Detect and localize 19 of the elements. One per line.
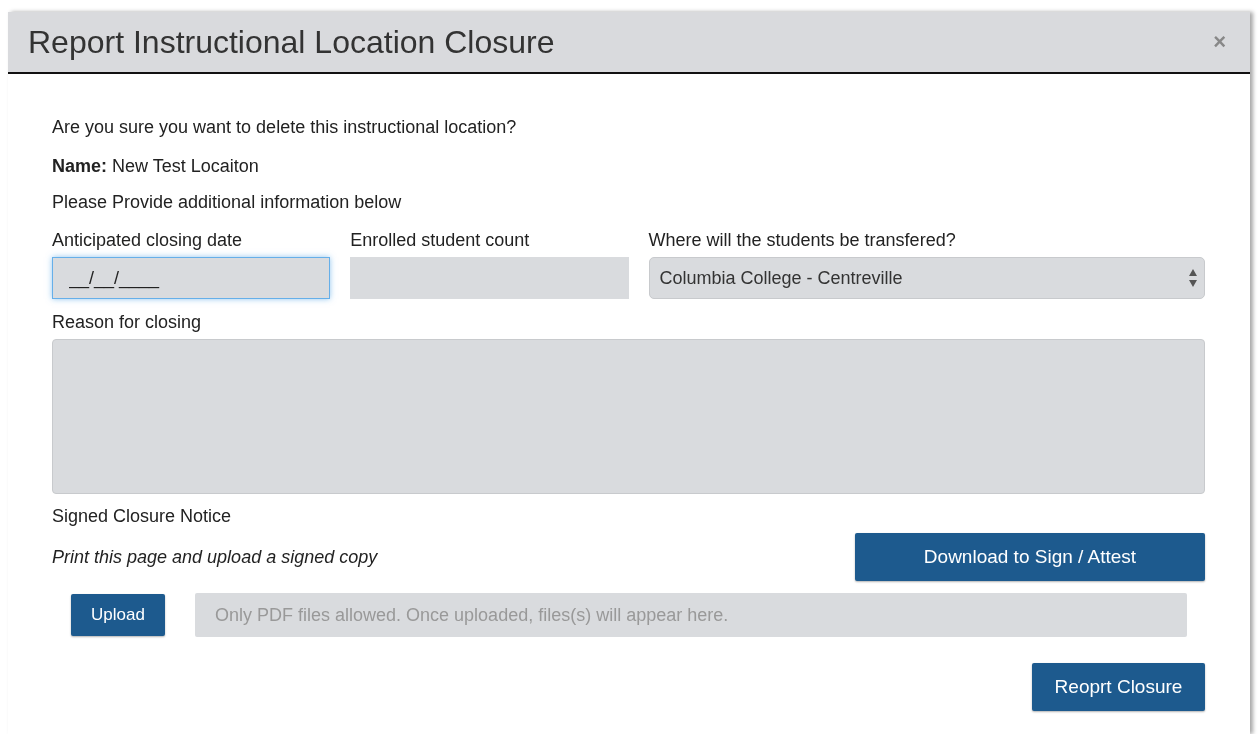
field-label: Enrolled student count (350, 229, 531, 251)
section-label: Signed Closure Notice (52, 505, 233, 527)
field-label: Anticipated closing date (52, 229, 244, 251)
upload-hint: Print this page and upload a signed copy (52, 546, 378, 568)
input-field[interactable] (350, 257, 629, 299)
instructions-text: Please Provide additional information below (52, 191, 403, 213)
upload-button[interactable]: Upload (71, 594, 165, 636)
download-button[interactable]: Download to Sign / Attest (855, 533, 1205, 581)
input-field[interactable]: __/__/____ (52, 257, 331, 299)
dialog-title: Report Instructional Location Closure (28, 23, 555, 61)
report-closure-button[interactable]: Reoprt Closure (1032, 663, 1205, 711)
transfer-select[interactable]: Columbia College - Centreville (648, 257, 1205, 299)
location-name: Name: New Test Locaiton (52, 155, 260, 177)
field-label: Where will the students be transfered? (648, 229, 957, 251)
file-drop-area: Only PDF files allowed. Once uploaded, files(s) will appear here. (195, 593, 1187, 637)
reason-textarea[interactable] (52, 339, 1205, 494)
field-label: Reason for closing (52, 311, 203, 333)
sort-caret-icon (1188, 267, 1198, 289)
confirmation-question: Are you sure you want to delete this instructional location? (52, 116, 518, 138)
